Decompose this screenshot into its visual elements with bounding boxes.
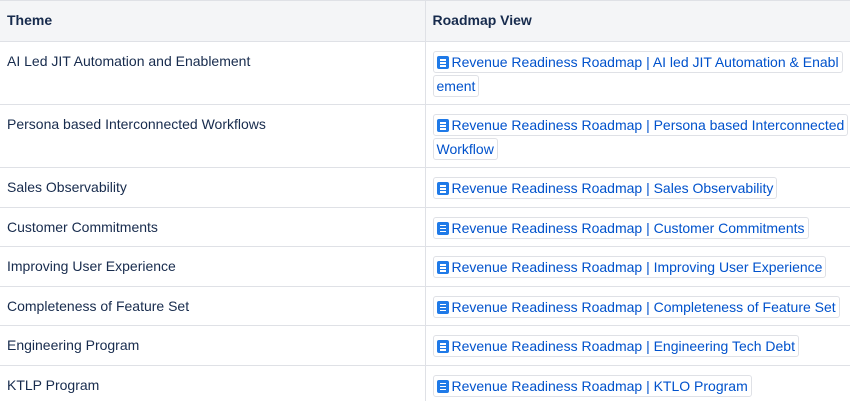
roadmap-link-text: Revenue Readiness Roadmap | KTLO Program [451,377,748,394]
roadmap-view-cell: Revenue Readiness Roadmap | Improving Us… [425,246,850,287]
roadmap-link-text: Revenue Readiness Roadmap | Completeness… [451,298,836,315]
table-row: Persona based Interconnected Workflows R… [0,104,850,168]
table-row: KTLP Program Revenue Readiness Roadmap |… [0,365,850,401]
table-row: Improving User Experience Revenue Readin… [0,246,850,287]
roadmap-link-text: Revenue Readiness Roadmap | Sales Observ… [451,180,774,196]
header-theme: Theme [0,0,426,42]
theme-cell: Persona based Interconnected Workflows [0,104,426,168]
table-row: Sales Observability Revenue Readiness Ro… [0,167,850,208]
table-row: Customer Commitments Revenue Readiness R… [0,207,850,247]
theme-cell: Completeness of Feature Set [0,286,426,326]
roadmap-link-text: Revenue Readiness Roadmap | Engineering … [451,338,796,354]
roadmap-page-link[interactable]: Revenue Readiness Roadmap | KTLO Program [432,374,752,397]
theme-cell: Sales Observability [0,167,426,208]
roadmap-link-text: Revenue Readiness Roadmap | Customer Com… [451,219,805,236]
theme-cell: Customer Commitments [0,207,426,247]
document-page-icon [436,56,449,69]
table-header-row: Theme Roadmap View [0,0,850,42]
document-page-icon [436,261,449,274]
roadmap-view-cell: Revenue Readiness Roadmap | KTLO Program [425,365,850,401]
roadmap-page-link[interactable]: Revenue Readiness Roadmap | Persona base… [432,114,849,160]
roadmap-link-text: Revenue Readiness Roadmap | AI led JIT A… [436,54,839,94]
table-row: Engineering Program Revenue Readiness Ro… [0,325,850,366]
document-page-icon [436,379,449,393]
roadmap-view-cell: Revenue Readiness Roadmap | Completeness… [425,286,850,326]
roadmap-page-link[interactable]: Revenue Readiness Roadmap | Sales Observ… [432,177,778,199]
roadmap-page-link[interactable]: Revenue Readiness Roadmap | Engineering … [432,335,799,357]
header-roadmap-view: Roadmap View [425,0,850,42]
roadmap-table: Theme Roadmap View AI Led JIT Automation… [0,0,850,401]
roadmap-view-cell: Revenue Readiness Roadmap | Sales Observ… [425,167,850,208]
table-row: Completeness of Feature Set Revenue Read… [0,286,850,326]
roadmap-view-cell: Revenue Readiness Roadmap | Customer Com… [425,207,850,247]
document-page-icon [436,300,449,314]
document-page-icon [436,119,449,132]
roadmap-link-text: Revenue Readiness Roadmap | Improving Us… [451,259,823,275]
document-page-icon [436,221,449,235]
theme-cell: Engineering Program [0,325,426,366]
roadmap-view-cell: Revenue Readiness Roadmap | Engineering … [425,325,850,366]
roadmap-page-link[interactable]: Revenue Readiness Roadmap | AI led JIT A… [432,51,843,97]
roadmap-view-cell: Revenue Readiness Roadmap | Persona base… [425,104,850,168]
roadmap-link-text: Revenue Readiness Roadmap | Persona base… [436,117,845,157]
theme-cell: KTLP Program [0,365,426,401]
document-page-icon [436,340,449,353]
theme-cell: AI Led JIT Automation and Enablement [0,41,426,105]
roadmap-page-link[interactable]: Revenue Readiness Roadmap | Completeness… [432,295,840,318]
roadmap-page-link[interactable]: Revenue Readiness Roadmap | Improving Us… [432,256,827,278]
theme-cell: Improving User Experience [0,246,426,287]
document-page-icon [436,182,449,195]
roadmap-page-link[interactable]: Revenue Readiness Roadmap | Customer Com… [432,216,809,239]
roadmap-view-cell: Revenue Readiness Roadmap | AI led JIT A… [425,41,850,105]
table-row: AI Led JIT Automation and Enablement Rev… [0,41,850,105]
